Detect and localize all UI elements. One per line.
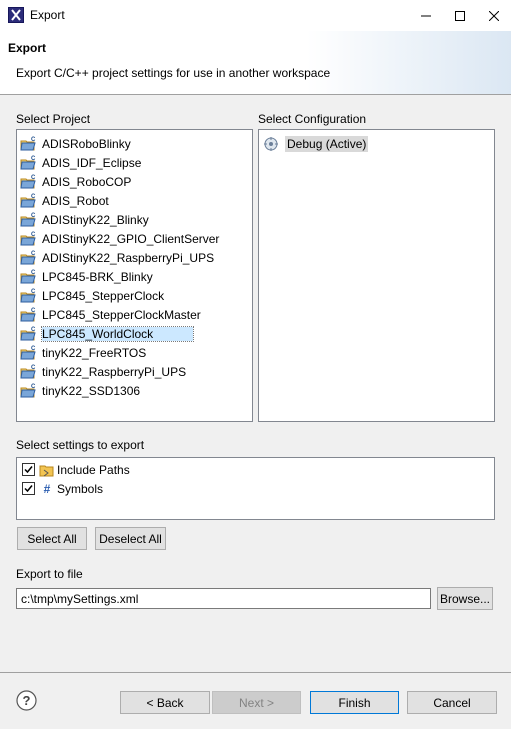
wizard-header: Export Export C/C++ project settings for… xyxy=(0,31,511,95)
maximize-button[interactable] xyxy=(443,0,477,31)
svg-text:C: C xyxy=(31,194,36,200)
project-list-item[interactable]: C LPC845-BRK_Blinky xyxy=(20,267,153,286)
deselect-all-button[interactable]: Deselect All xyxy=(95,527,166,550)
finish-button[interactable]: Finish xyxy=(310,691,399,714)
app-icon xyxy=(8,7,24,23)
project-list-item-label: ADIS_RoboCOP xyxy=(42,174,132,189)
configuration-list[interactable]: Debug (Active) xyxy=(258,129,495,422)
project-list-item-label: tinyK22_SSD1306 xyxy=(42,383,141,398)
browse-button[interactable]: Browse... xyxy=(437,587,493,610)
svg-text:C: C xyxy=(31,251,36,257)
project-list-item-label: LPC845_StepperClockMaster xyxy=(42,307,201,322)
c-project-folder-icon: C xyxy=(20,251,36,264)
maximize-icon xyxy=(455,10,465,21)
project-list-item[interactable]: C LPC845_StepperClock xyxy=(20,286,164,305)
project-list-item-label: LPC845_WorldClock xyxy=(40,325,195,342)
window-title: Export xyxy=(30,8,65,22)
help-button[interactable]: ? xyxy=(16,690,37,711)
close-icon xyxy=(489,10,499,21)
project-list-item[interactable]: C ADISRoboBlinky xyxy=(20,134,131,153)
c-project-folder-icon: C xyxy=(20,384,36,397)
project-list-item[interactable]: CtinyK22_FreeRTOS xyxy=(20,343,146,362)
minimize-icon xyxy=(421,15,431,16)
footer-divider xyxy=(0,672,511,673)
include-paths-label: Include Paths xyxy=(57,462,130,477)
c-project-folder-icon: C xyxy=(20,346,36,359)
back-button[interactable]: < Back xyxy=(120,691,210,714)
setting-include-paths[interactable]: Include Paths xyxy=(22,460,130,479)
c-project-folder-icon: C xyxy=(20,289,36,302)
project-list-item-label: tinyK22_FreeRTOS xyxy=(42,345,147,360)
configuration-item-label: Debug (Active) xyxy=(285,135,369,152)
export-file-input[interactable]: c:\tmp\mySettings.xml xyxy=(16,588,431,609)
project-list-item-label: ADISRoboBlinky xyxy=(42,136,131,151)
next-button[interactable]: Next > xyxy=(212,691,301,714)
gear-icon xyxy=(264,136,278,151)
project-list[interactable]: C ADISRoboBlinky C ADIS_IDF_Eclipse C ADIS_Ro… xyxy=(16,129,253,422)
close-button[interactable] xyxy=(477,0,511,31)
checkmark-icon xyxy=(24,485,33,493)
help-icon: ? xyxy=(16,690,37,711)
svg-text:C: C xyxy=(31,156,36,162)
export-to-file-label: Export to file xyxy=(16,567,83,581)
svg-text:C: C xyxy=(31,308,36,314)
symbols-label: Symbols xyxy=(57,481,104,496)
project-list-item-label: tinyK22_RaspberryPi_UPS xyxy=(42,364,187,379)
project-list-item[interactable]: C LPC845_StepperClockMaster xyxy=(20,305,201,324)
project-list-item[interactable]: CtinyK22_SSD1306 xyxy=(20,381,140,400)
checkmark-icon xyxy=(24,466,33,474)
svg-text:C: C xyxy=(31,270,36,276)
project-list-item[interactable]: C ADIS_IDF_Eclipse xyxy=(20,153,141,172)
project-list-item-label: LPC845-BRK_Blinky xyxy=(42,269,153,284)
project-list-item[interactable]: C ADIStinyK22_GPIO_ClientServer xyxy=(20,229,219,248)
wizard-description: Export C/C++ project settings for use in… xyxy=(16,66,331,80)
project-list-item[interactable]: C ADIS_RoboCOP xyxy=(20,172,131,191)
hash-icon: # xyxy=(43,481,51,496)
include-folder-icon xyxy=(39,465,54,476)
project-list-item-label: ADIS_Robot xyxy=(42,193,109,208)
c-project-folder-icon: C xyxy=(20,308,36,321)
cancel-button[interactable]: Cancel xyxy=(407,691,497,714)
symbols-checkbox[interactable] xyxy=(22,482,35,495)
project-list-item-label: ADIS_IDF_Eclipse xyxy=(42,155,142,170)
svg-text:C: C xyxy=(31,365,36,371)
project-list-item[interactable]: C ADIStinyK22_Blinky xyxy=(20,210,149,229)
svg-text:C: C xyxy=(31,384,36,390)
select-all-button[interactable]: Select All xyxy=(17,527,87,550)
svg-text:C: C xyxy=(31,289,36,295)
svg-text:C: C xyxy=(31,137,36,143)
c-project-folder-icon: C xyxy=(20,175,36,188)
select-project-label: Select Project xyxy=(16,112,91,126)
c-project-folder-icon: C xyxy=(20,270,36,283)
c-project-folder-icon: C xyxy=(20,194,36,207)
project-list-item-label: ADIStinyK22_RaspberryPi_UPS xyxy=(42,250,215,265)
svg-text:?: ? xyxy=(23,693,31,708)
wizard-title: Export xyxy=(8,41,47,55)
svg-text:C: C xyxy=(31,327,36,333)
project-list-item[interactable]: C ADIStinyK22_RaspberryPi_UPS xyxy=(20,248,214,267)
project-list-item-label: LPC845_StepperClock xyxy=(42,288,165,303)
select-configuration-label: Select Configuration xyxy=(258,112,367,126)
svg-text:C: C xyxy=(31,213,36,219)
c-project-folder-icon: C xyxy=(20,232,36,245)
project-list-item[interactable]: C ADIS_Robot xyxy=(20,191,109,210)
project-list-item-label: ADIStinyK22_GPIO_ClientServer xyxy=(42,231,220,246)
include-paths-checkbox[interactable] xyxy=(22,463,35,476)
project-list-item-label: ADIStinyK22_Blinky xyxy=(42,212,149,227)
minimize-button[interactable] xyxy=(409,0,443,31)
c-project-folder-icon: C xyxy=(20,327,36,340)
svg-text:C: C xyxy=(31,175,36,181)
setting-symbols[interactable]: # Symbols xyxy=(22,479,103,498)
select-settings-label: Select settings to export xyxy=(16,438,145,452)
project-list-item[interactable]: CtinyK22_RaspberryPi_UPS xyxy=(20,362,186,381)
c-project-folder-icon: C xyxy=(20,365,36,378)
c-project-folder-icon: C xyxy=(20,137,36,150)
svg-text:C: C xyxy=(31,346,36,352)
project-list-item[interactable]: C LPC845_WorldClock xyxy=(20,324,195,343)
configuration-item-debug[interactable]: Debug (Active) xyxy=(263,134,369,153)
c-project-folder-icon: C xyxy=(20,213,36,226)
c-project-folder-icon: C xyxy=(20,156,36,169)
svg-text:C: C xyxy=(31,232,36,238)
settings-list[interactable]: Include Paths # Symbols xyxy=(16,457,495,520)
